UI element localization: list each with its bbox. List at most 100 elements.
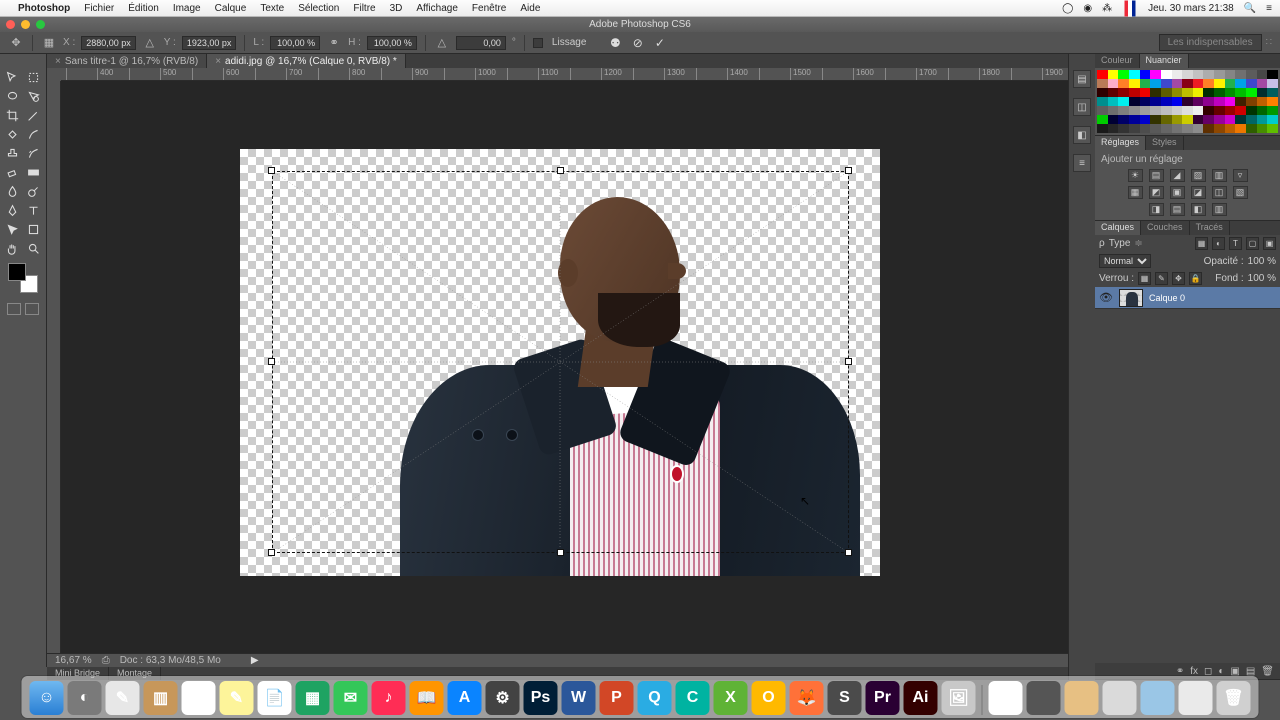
- dock-app-icon[interactable]: ✉: [334, 681, 368, 715]
- swatch[interactable]: [1193, 115, 1204, 124]
- status-menu-icon[interactable]: ▶: [251, 655, 259, 666]
- stamp-tool[interactable]: [3, 144, 23, 162]
- move-tool[interactable]: [3, 68, 23, 86]
- swatch[interactable]: [1150, 106, 1161, 115]
- blend-mode-select[interactable]: Normal: [1099, 254, 1151, 268]
- swatch[interactable]: [1193, 97, 1204, 106]
- panel-icon[interactable]: ◫: [1073, 98, 1091, 116]
- swatch[interactable]: [1193, 79, 1204, 88]
- workspace-selector[interactable]: Les indispensables: [1159, 34, 1262, 51]
- spotlight-icon[interactable]: 🔍: [1244, 3, 1256, 14]
- swatch[interactable]: [1203, 115, 1214, 124]
- opacity-value[interactable]: 100 %: [1248, 256, 1276, 267]
- swatch[interactable]: [1172, 97, 1183, 106]
- dock-app-icon[interactable]: Q: [638, 681, 672, 715]
- healing-tool[interactable]: [3, 125, 23, 143]
- transform-handle[interactable]: [557, 167, 564, 174]
- swatch[interactable]: [1214, 97, 1225, 106]
- swatch[interactable]: [1225, 79, 1236, 88]
- dock-app-icon[interactable]: ▦: [296, 681, 330, 715]
- styles-tab[interactable]: Styles: [1146, 136, 1184, 150]
- mac-menu-item[interactable]: Fenêtre: [472, 3, 506, 14]
- warp-mode-icon[interactable]: ⚉: [610, 36, 621, 50]
- panel-icon[interactable]: ▤: [1073, 70, 1091, 88]
- reference-point-icon[interactable]: ▦: [41, 35, 57, 51]
- swatch[interactable]: [1267, 115, 1278, 124]
- swatch[interactable]: [1257, 88, 1268, 97]
- swatch[interactable]: [1097, 97, 1108, 106]
- mac-menu-item[interactable]: Filtre: [353, 3, 375, 14]
- swatch[interactable]: [1257, 106, 1268, 115]
- swatch[interactable]: [1246, 70, 1257, 79]
- delta-icon[interactable]: △: [142, 35, 158, 51]
- link-layers-icon[interactable]: ⚭: [1176, 666, 1184, 677]
- swatch[interactable]: [1182, 124, 1193, 133]
- swatch[interactable]: [1129, 97, 1140, 106]
- lock-all-icon[interactable]: 🔒: [1189, 272, 1202, 285]
- visibility-toggle-icon[interactable]: 👁: [1099, 291, 1113, 304]
- dodge-tool[interactable]: [24, 182, 44, 200]
- swatch[interactable]: [1097, 115, 1108, 124]
- crop-tool[interactable]: [3, 106, 23, 124]
- dock-app-icon[interactable]: [1179, 681, 1213, 715]
- swatch[interactable]: [1108, 106, 1119, 115]
- close-tab-icon[interactable]: ×: [55, 56, 61, 67]
- dock-app-icon[interactable]: ⚙: [486, 681, 520, 715]
- swatch[interactable]: [1214, 115, 1225, 124]
- swatch[interactable]: [1140, 106, 1151, 115]
- dock-app-icon[interactable]: X: [714, 681, 748, 715]
- swatch[interactable]: [1140, 115, 1151, 124]
- filter-smart-icon[interactable]: ▣: [1263, 237, 1276, 250]
- swatch[interactable]: [1214, 106, 1225, 115]
- adj-icon[interactable]: ▤: [1170, 203, 1185, 216]
- swatch[interactable]: [1235, 124, 1246, 133]
- swatch[interactable]: [1140, 124, 1151, 133]
- swatch[interactable]: [1246, 115, 1257, 124]
- swatch[interactable]: [1257, 124, 1268, 133]
- swatch[interactable]: [1118, 115, 1129, 124]
- mac-menu-item[interactable]: Image: [173, 3, 201, 14]
- swatch[interactable]: [1118, 106, 1129, 115]
- swatch[interactable]: [1097, 88, 1108, 97]
- swatches-tab[interactable]: Nuancier: [1140, 54, 1189, 68]
- swatch[interactable]: [1097, 106, 1108, 115]
- gradient-tool[interactable]: [24, 163, 44, 181]
- swatch[interactable]: [1193, 106, 1204, 115]
- close-window-button[interactable]: [6, 20, 15, 29]
- document-canvas[interactable]: ↖: [240, 149, 880, 576]
- commit-transform-icon[interactable]: ✓: [655, 36, 665, 50]
- dock-app-icon[interactable]: ▥: [144, 681, 178, 715]
- swatch[interactable]: [1182, 106, 1193, 115]
- transform-handle[interactable]: [845, 358, 852, 365]
- swatch[interactable]: [1267, 88, 1278, 97]
- filter-adjust-icon[interactable]: ◐: [1212, 237, 1225, 250]
- swatch[interactable]: [1267, 106, 1278, 115]
- swatch[interactable]: [1161, 70, 1172, 79]
- swatch[interactable]: [1140, 97, 1151, 106]
- close-tab-icon[interactable]: ×: [215, 56, 221, 67]
- swatch[interactable]: [1182, 70, 1193, 79]
- swatch[interactable]: [1150, 88, 1161, 97]
- swatch-grid[interactable]: [1095, 68, 1280, 135]
- swatch[interactable]: [1225, 106, 1236, 115]
- menubar-icon[interactable]: ⁂: [1102, 3, 1112, 14]
- swatch[interactable]: [1246, 97, 1257, 106]
- transform-handle[interactable]: [268, 549, 275, 556]
- adj-icon[interactable]: ▨: [1191, 169, 1206, 182]
- dock-app-icon[interactable]: 🗑: [1217, 681, 1251, 715]
- blur-tool[interactable]: [3, 182, 23, 200]
- dock-app-icon[interactable]: ✎: [220, 681, 254, 715]
- filter-pixel-icon[interactable]: ▦: [1195, 237, 1208, 250]
- mac-menu-item[interactable]: Édition: [128, 3, 159, 14]
- swatch[interactable]: [1235, 70, 1246, 79]
- channels-tab[interactable]: Couches: [1141, 221, 1190, 235]
- vertical-ruler[interactable]: [47, 81, 61, 653]
- swatch[interactable]: [1150, 70, 1161, 79]
- status-icon[interactable]: ⎙: [102, 655, 110, 666]
- swatch[interactable]: [1172, 124, 1183, 133]
- swatch[interactable]: [1203, 79, 1214, 88]
- swatch[interactable]: [1129, 106, 1140, 115]
- mac-menu-item[interactable]: Affichage: [416, 3, 458, 14]
- swatch[interactable]: [1267, 70, 1278, 79]
- dock-app-icon[interactable]: ◐: [68, 681, 102, 715]
